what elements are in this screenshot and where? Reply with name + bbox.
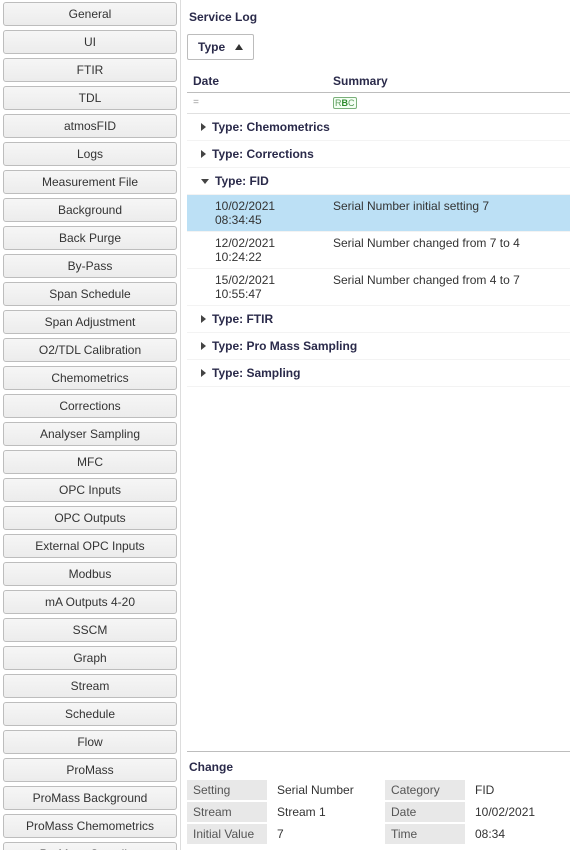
sidebar-item-span-schedule[interactable]: Span Schedule xyxy=(3,282,177,306)
chevron-down-icon xyxy=(201,179,209,184)
column-header-date[interactable]: Date xyxy=(187,70,327,92)
equals-icon: = xyxy=(193,98,199,109)
sidebar-item-measurement-file[interactable]: Measurement File xyxy=(3,170,177,194)
group-label: Type: Corrections xyxy=(212,147,314,161)
chevron-right-icon xyxy=(201,342,206,350)
cell-summary: Serial Number initial setting 7 xyxy=(327,195,570,231)
chevron-right-icon xyxy=(201,150,206,158)
sidebar-item-chemometrics[interactable]: Chemometrics xyxy=(3,366,177,390)
value-stream: Stream 1 xyxy=(271,802,381,822)
text-filter-icon: RBC xyxy=(333,97,357,109)
label-setting: Setting xyxy=(187,780,267,800)
group-label: Type: FTIR xyxy=(212,312,273,326)
cell-date: 10/02/2021 08:34:45 xyxy=(187,195,327,231)
type-chip-label: Type xyxy=(198,40,225,54)
sidebar: General UI FTIR TDL atmosFID Logs Measurement … xyxy=(0,0,180,850)
group-row-corrections[interactable]: Type: Corrections xyxy=(187,141,570,168)
value-initial: 7 xyxy=(271,824,381,844)
value-category: FID xyxy=(469,780,570,800)
sidebar-item-promass-background[interactable]: ProMass Background xyxy=(3,786,177,810)
sidebar-item-ma-outputs-4-20[interactable]: mA Outputs 4-20 xyxy=(3,590,177,614)
table-row[interactable]: 10/02/2021 08:34:45Serial Number initial… xyxy=(187,195,570,232)
sidebar-item-corrections[interactable]: Corrections xyxy=(3,394,177,418)
sidebar-item-by-pass[interactable]: By-Pass xyxy=(3,254,177,278)
sidebar-item-o2-tdl-calibration[interactable]: O2/TDL Calibration xyxy=(3,338,177,362)
sidebar-item-atmosfid[interactable]: atmosFID xyxy=(3,114,177,138)
sidebar-item-span-adjustment[interactable]: Span Adjustment xyxy=(3,310,177,334)
grid-header: Date Summary xyxy=(187,70,570,93)
group-row-chemometrics[interactable]: Type: Chemometrics xyxy=(187,114,570,141)
group-label: Type: Pro Mass Sampling xyxy=(212,339,357,353)
sidebar-item-graph[interactable]: Graph xyxy=(3,646,177,670)
sidebar-item-tdl[interactable]: TDL xyxy=(3,86,177,110)
sidebar-item-sscm[interactable]: SSCM xyxy=(3,618,177,642)
sidebar-item-opc-inputs[interactable]: OPC Inputs xyxy=(3,478,177,502)
sidebar-item-opc-outputs[interactable]: OPC Outputs xyxy=(3,506,177,530)
main-panel: Service Log Type Date Summary = RBC Type… xyxy=(180,0,570,850)
group-row-pro-mass-sampling[interactable]: Type: Pro Mass Sampling xyxy=(187,333,570,360)
sidebar-item-promass-chemometrics[interactable]: ProMass Chemometrics xyxy=(3,814,177,838)
service-log-grid: Date Summary = RBC Type: ChemometricsTyp… xyxy=(187,70,570,745)
chevron-right-icon xyxy=(201,315,206,323)
sidebar-item-background[interactable]: Background xyxy=(3,198,177,222)
group-label: Type: Chemometrics xyxy=(212,120,330,134)
sidebar-item-general[interactable]: General xyxy=(3,2,177,26)
sidebar-item-ftir[interactable]: FTIR xyxy=(3,58,177,82)
value-setting: Serial Number xyxy=(271,780,381,800)
label-stream: Stream xyxy=(187,802,267,822)
group-row-fid[interactable]: Type: FID xyxy=(187,168,570,195)
sidebar-item-logs[interactable]: Logs xyxy=(3,142,177,166)
table-row[interactable]: 15/02/2021 10:55:47Serial Number changed… xyxy=(187,269,570,306)
cell-summary: Serial Number changed from 4 to 7 xyxy=(327,269,570,305)
sidebar-item-mfc[interactable]: MFC xyxy=(3,450,177,474)
change-title: Change xyxy=(187,758,570,780)
change-panel: Change Setting Serial Number Category FI… xyxy=(187,751,570,844)
group-row-sampling[interactable]: Type: Sampling xyxy=(187,360,570,387)
chevron-right-icon xyxy=(201,369,206,377)
label-initial: Initial Value xyxy=(187,824,267,844)
sidebar-item-stream[interactable]: Stream xyxy=(3,674,177,698)
sidebar-item-external-opc-inputs[interactable]: External OPC Inputs xyxy=(3,534,177,558)
group-label: Type: FID xyxy=(215,174,269,188)
type-group-chip[interactable]: Type xyxy=(187,34,254,60)
value-date: 10/02/2021 xyxy=(469,802,570,822)
column-header-summary[interactable]: Summary xyxy=(327,70,570,92)
chevron-right-icon xyxy=(201,123,206,131)
table-row[interactable]: 12/02/2021 10:24:22Serial Number changed… xyxy=(187,232,570,269)
sidebar-item-ui[interactable]: UI xyxy=(3,30,177,54)
sidebar-item-analyser-sampling[interactable]: Analyser Sampling xyxy=(3,422,177,446)
sidebar-item-schedule[interactable]: Schedule xyxy=(3,702,177,726)
sidebar-item-promass-sampling[interactable]: ProMass Sampling xyxy=(3,842,177,850)
sidebar-item-back-purge[interactable]: Back Purge xyxy=(3,226,177,250)
cell-summary: Serial Number changed from 7 to 4 xyxy=(327,232,570,268)
group-label: Type: Sampling xyxy=(212,366,300,380)
value-time: 08:34 xyxy=(469,824,570,844)
change-details: Setting Serial Number Category FID Strea… xyxy=(187,780,570,844)
filter-row: = RBC xyxy=(187,93,570,114)
label-time: Time xyxy=(385,824,465,844)
sidebar-item-flow[interactable]: Flow xyxy=(3,730,177,754)
cell-date: 12/02/2021 10:24:22 xyxy=(187,232,327,268)
label-category: Category xyxy=(385,780,465,800)
sidebar-item-modbus[interactable]: Modbus xyxy=(3,562,177,586)
grid-body: Type: Chemometrics Type: Corrections Type:… xyxy=(187,114,570,745)
sort-ascending-icon xyxy=(235,44,243,50)
cell-date: 15/02/2021 10:55:47 xyxy=(187,269,327,305)
page-title: Service Log xyxy=(187,4,570,34)
filter-date-cell[interactable]: = xyxy=(187,93,327,113)
filter-summary-cell[interactable]: RBC xyxy=(327,93,570,113)
group-row-ftir[interactable]: Type: FTIR xyxy=(187,306,570,333)
label-date: Date xyxy=(385,802,465,822)
sidebar-item-promass[interactable]: ProMass xyxy=(3,758,177,782)
